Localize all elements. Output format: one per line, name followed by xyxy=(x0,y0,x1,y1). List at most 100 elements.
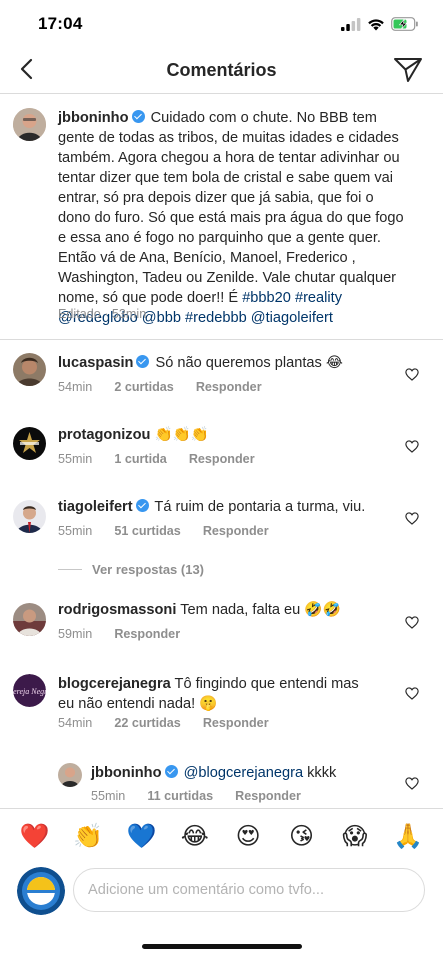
caption-line: também. Agora chegou a hora de tentar ad… xyxy=(58,150,400,166)
caption-line: gente de todas as tribos, de muitas idad… xyxy=(58,130,399,146)
comment-time: 55min xyxy=(58,524,93,538)
caption-line: Washington, Tadeu ou Zenilde. Vale chuta… xyxy=(58,270,397,286)
caption-line: e essa ano é fogo no parquinho que a gen… xyxy=(58,230,381,246)
post-caption: jbboninho Cuidado com o chute. No BBB te… xyxy=(0,94,443,340)
reply-button[interactable]: Responder xyxy=(203,524,269,538)
heart-icon[interactable] xyxy=(405,368,419,381)
avatar[interactable] xyxy=(13,108,46,141)
likes-count[interactable]: 51 curtidas xyxy=(114,524,181,538)
caption-line: tentar dizer que tem bola de cristal e s… xyxy=(58,170,394,186)
comment-meta: 54min 22 curtidas Responder xyxy=(58,716,291,730)
comment-meta: 54min 2 curtidas Responder xyxy=(58,380,284,394)
caption-username[interactable]: jbboninho xyxy=(58,110,129,126)
avatar[interactable] xyxy=(13,353,46,386)
reply-button[interactable]: Responder xyxy=(203,716,269,730)
send-direct-icon[interactable] xyxy=(393,57,423,83)
comment-text: blogcerejanegra Tô fingindo que entendi … xyxy=(58,674,359,714)
battery-charging-icon xyxy=(391,17,418,31)
emoji-pray-button[interactable]: 🙏 xyxy=(388,823,428,851)
heart-icon[interactable] xyxy=(405,777,419,790)
reply-button[interactable]: Responder xyxy=(196,380,262,394)
home-indicator xyxy=(142,944,302,949)
avatar-logo-text: Cereja Negra xyxy=(13,687,46,696)
reply-button[interactable]: Responder xyxy=(235,789,301,803)
comment-input[interactable] xyxy=(73,868,425,912)
hashtag-link[interactable]: #reality xyxy=(295,290,342,306)
view-replies-label: Ver respostas (13) xyxy=(92,562,205,577)
status-icons xyxy=(341,15,419,33)
emoji-heart-eyes-button[interactable]: 😍 xyxy=(228,823,268,851)
likes-count[interactable]: 11 curtidas xyxy=(147,789,213,803)
caption-line: entrar, só pra depois dizer que já sabia… xyxy=(58,190,374,206)
comment-text: protagonizou 👏👏👏 xyxy=(58,425,209,445)
comment-time: 59min xyxy=(58,627,93,641)
likes-count[interactable]: 22 curtidas xyxy=(114,716,181,730)
divider xyxy=(58,569,82,570)
reply-button[interactable]: Responder xyxy=(114,627,180,641)
comment-time: 54min xyxy=(58,380,93,394)
emoji-blue-heart-button[interactable]: 💙 xyxy=(121,823,161,851)
signal-icon xyxy=(341,17,361,31)
reply-meta: 55min 11 curtidas Responder xyxy=(91,789,323,803)
comment-username[interactable]: rodrigosmassoni xyxy=(58,602,176,618)
comment-body: eu não entendi nada! 🤫 xyxy=(58,696,218,712)
comment-body: Tá ruim de pontaria a turma, viu. xyxy=(154,499,366,515)
comment-body: Só não queremos plantas 😂 xyxy=(155,355,343,371)
mention-link[interactable]: @blogcerejanegra xyxy=(184,765,303,781)
comment-username[interactable]: blogcerejanegra xyxy=(58,676,171,692)
emoji-kiss-button[interactable]: 😘 xyxy=(282,823,322,851)
comment-time: 54min xyxy=(58,716,93,730)
reply-button[interactable]: Responder xyxy=(189,452,255,466)
comment-username[interactable]: protagonizou xyxy=(58,427,150,443)
caption-text: jbboninho Cuidado com o chute. No BBB te… xyxy=(58,108,430,328)
likes-count[interactable]: 2 curtidas xyxy=(114,380,174,394)
comment-meta: 59min Responder xyxy=(58,627,202,641)
emoji-clap-button[interactable]: 👏 xyxy=(68,823,108,851)
comment-meta: 55min 1 curtida Responder xyxy=(58,452,277,466)
avatar[interactable] xyxy=(58,763,82,787)
wifi-icon xyxy=(368,18,384,30)
heart-icon[interactable] xyxy=(405,687,419,700)
reply-username[interactable]: jbboninho xyxy=(91,765,162,781)
comment-text: lucaspasin Só não queremos plantas 😂 xyxy=(58,353,343,373)
hashtag-link[interactable]: #redebbb xyxy=(185,310,247,326)
avatar[interactable] xyxy=(13,603,46,636)
status-bar: 17:04 xyxy=(0,0,443,48)
reply-body: kkkk xyxy=(307,765,337,781)
view-replies-button[interactable]: Ver respostas (13) xyxy=(58,562,204,577)
comment-body: Tô fingindo que entendi mas xyxy=(174,676,359,692)
emoji-laugh-button[interactable]: 😂 xyxy=(175,823,215,851)
caption-line: Então vá de Ana, Benício, Manoel, Freder… xyxy=(58,250,356,266)
mention-link[interactable]: @tiagoleifert xyxy=(251,310,333,326)
verified-badge-icon xyxy=(131,110,145,123)
avatar[interactable] xyxy=(13,427,46,460)
comment-text: rodrigosmassoni Tem nada, falta eu 🤣🤣 xyxy=(58,600,341,620)
avatar[interactable] xyxy=(13,500,46,533)
heart-icon[interactable] xyxy=(405,440,419,453)
navigation-bar: Comentários xyxy=(0,48,443,94)
caption-meta: Editado · 53min xyxy=(58,307,150,321)
status-time: 17:04 xyxy=(38,14,83,33)
page-title: Comentários xyxy=(166,60,277,80)
verified-badge-icon xyxy=(136,355,150,368)
caption-line: nome, só que pode doer!! É xyxy=(58,290,239,306)
likes-count[interactable]: 1 curtida xyxy=(114,452,167,466)
hashtag-link[interactable]: #bbb20 xyxy=(242,290,291,306)
verified-badge-icon xyxy=(135,499,149,512)
current-user-avatar[interactable] xyxy=(17,867,65,915)
comment-username[interactable]: tiagoleifert xyxy=(58,499,133,515)
emoji-quick-bar: ❤️ 👏 💙 😂 😍 😘 😱 🙏 xyxy=(0,808,443,864)
comment-meta: 55min 51 curtidas Responder xyxy=(58,524,291,538)
comment-body: 👏👏👏 xyxy=(154,427,209,443)
heart-icon[interactable] xyxy=(405,616,419,629)
caption-line: dono do furo. Só que está mais pra água … xyxy=(58,210,404,226)
comment-body: Tem nada, falta eu 🤣🤣 xyxy=(180,602,341,618)
comment-input-row xyxy=(0,864,443,920)
comment-username[interactable]: lucaspasin xyxy=(58,355,133,371)
emoji-heart-button[interactable]: ❤️ xyxy=(15,823,55,851)
caption-line: Cuidado com o chute. No BBB tem xyxy=(150,110,377,126)
heart-icon[interactable] xyxy=(405,512,419,525)
verified-badge-icon xyxy=(164,765,178,778)
emoji-scream-button[interactable]: 😱 xyxy=(335,823,375,851)
avatar[interactable]: Cereja Negra xyxy=(13,674,46,707)
